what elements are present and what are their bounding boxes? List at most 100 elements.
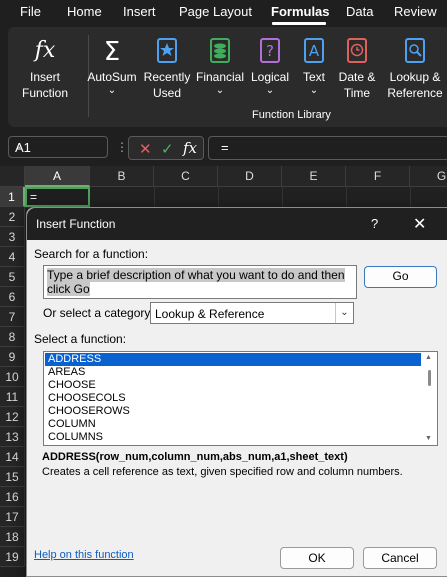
name-box[interactable]: A1 ⌄ xyxy=(8,136,108,158)
chevron-down-icon: ⌄ xyxy=(15,140,24,151)
chevron-down-icon: ⌄ xyxy=(215,85,225,96)
formula-value: = xyxy=(221,140,229,155)
row-header[interactable]: 15 xyxy=(0,467,25,487)
row-header[interactable]: 16 xyxy=(0,487,25,507)
tab-data[interactable]: Data xyxy=(346,4,373,19)
go-button[interactable]: Go xyxy=(364,266,437,288)
row-header[interactable]: 9 xyxy=(0,347,25,367)
financial-label: Financial ⌄ xyxy=(195,70,245,96)
column-header[interactable]: G xyxy=(410,166,447,187)
date-time-button[interactable]: Date & Time xyxy=(334,27,380,123)
search-label: Search for a function: xyxy=(34,247,149,261)
more-options-icon[interactable]: ⋮ xyxy=(116,140,128,154)
gridline xyxy=(410,187,411,207)
help-icon[interactable]: ? xyxy=(371,216,378,231)
formula-bar: A1 ⌄ ⋮ ✕ ✓ fx = xyxy=(0,134,447,162)
category-select[interactable]: Lookup & Reference ⌄ xyxy=(150,302,354,324)
logical-label: Logical ⌄ xyxy=(248,69,292,97)
function-description: Creates a cell reference as text, given … xyxy=(42,466,403,478)
column-header[interactable]: F xyxy=(346,166,410,187)
magnifier-book-icon xyxy=(405,38,425,63)
tab-review[interactable]: Review xyxy=(394,4,437,19)
list-item[interactable]: COLUMNS xyxy=(45,431,421,444)
autosum-button[interactable]: Σ AutoSum ⌄ xyxy=(86,27,138,123)
row-header[interactable]: 11 xyxy=(0,387,25,407)
scroll-down-icon[interactable]: ▼ xyxy=(425,435,432,442)
formula-input[interactable]: = xyxy=(208,136,447,160)
tab-page-layout[interactable]: Page Layout xyxy=(179,4,252,19)
chevron-down-icon: ⌄ xyxy=(335,303,353,323)
row-header[interactable]: 7 xyxy=(0,307,25,327)
chevron-down-icon: ⌄ xyxy=(107,85,117,96)
column-header[interactable]: B xyxy=(90,166,154,187)
sigma-icon: Σ xyxy=(104,37,120,65)
svg-text:?: ? xyxy=(266,42,274,60)
category-label: Or select a category: xyxy=(43,306,154,320)
fx-icon[interactable]: fx xyxy=(183,139,197,157)
cancel-button[interactable]: Cancel xyxy=(363,547,437,569)
list-scrollbar-thumb[interactable] xyxy=(428,370,431,386)
row-header[interactable]: 4 xyxy=(0,247,25,267)
search-input[interactable]: Type a brief description of what you wan… xyxy=(43,265,357,299)
ok-button[interactable]: OK xyxy=(280,547,354,569)
row-header[interactable]: 2 xyxy=(0,207,25,227)
row-header[interactable]: 13 xyxy=(0,427,25,447)
row-header[interactable]: 19 xyxy=(0,547,25,567)
svg-text:A: A xyxy=(309,42,320,60)
function-list[interactable]: ADDRESS AREAS CHOOSE CHOOSECOLS CHOOSERO… xyxy=(43,351,438,446)
enter-entry-icon[interactable]: ✓ xyxy=(161,140,174,158)
close-icon[interactable]: ✕ xyxy=(413,214,426,234)
row-header[interactable]: 14 xyxy=(0,447,25,467)
column-header[interactable]: C xyxy=(154,166,218,187)
excel-window: File Home Insert Page Layout Formulas Da… xyxy=(0,0,447,577)
list-item[interactable]: ADDRESS xyxy=(45,353,421,366)
row-header[interactable]: 5 xyxy=(0,267,25,287)
list-item[interactable]: AREAS xyxy=(45,366,421,379)
menu-bar: File Home Insert Page Layout Formulas Da… xyxy=(0,0,447,25)
tab-formulas[interactable]: Formulas xyxy=(271,4,330,19)
gridline xyxy=(346,187,347,207)
svg-text:Σ: Σ xyxy=(104,37,120,65)
row-header[interactable]: 3 xyxy=(0,227,25,247)
text-functions-label: Text ⌄ xyxy=(296,69,332,97)
dialog-titlebar[interactable]: Insert Function ? ✕ xyxy=(27,208,447,240)
select-all-corner[interactable] xyxy=(0,166,25,187)
row-header[interactable]: 17 xyxy=(0,507,25,527)
financial-button[interactable]: Financial ⌄ xyxy=(194,27,246,123)
tab-file[interactable]: File xyxy=(20,4,41,19)
row-header[interactable]: 6 xyxy=(0,287,25,307)
tab-home[interactable]: Home xyxy=(67,4,102,19)
recently-used-button[interactable]: Recently Used xyxy=(142,27,192,123)
list-item[interactable]: COLUMN xyxy=(45,418,421,431)
tab-insert[interactable]: Insert xyxy=(123,4,156,19)
list-item[interactable]: CHOOSEROWS xyxy=(45,405,421,418)
function-library-group-label: Function Library xyxy=(252,109,331,121)
column-header[interactable]: A xyxy=(25,166,90,187)
fx-icon: fx xyxy=(33,38,56,63)
help-on-function-link[interactable]: Help on this function xyxy=(34,549,134,561)
row-header[interactable]: 1 xyxy=(0,187,25,207)
list-item[interactable]: CHOOSE xyxy=(45,379,421,392)
active-cell-a1[interactable]: = xyxy=(25,187,90,207)
insert-function-button[interactable]: fx Insert Function xyxy=(10,27,80,123)
gridline xyxy=(282,187,283,207)
row-header[interactable]: 12 xyxy=(0,407,25,427)
recently-used-label: Recently Used xyxy=(143,70,191,100)
cancel-entry-icon[interactable]: ✕ xyxy=(139,140,152,158)
function-signature: ADDRESS(row_num,column_num,abs_num,a1,sh… xyxy=(42,451,348,463)
column-header[interactable]: E xyxy=(282,166,346,187)
question-book-icon: ? xyxy=(260,38,280,63)
search-text: Type a brief description of what you wan… xyxy=(47,268,345,296)
category-value: Lookup & Reference xyxy=(155,307,265,321)
row-header[interactable]: 8 xyxy=(0,327,25,347)
row-header[interactable]: 10 xyxy=(0,367,25,387)
text-book-icon: A xyxy=(304,38,324,63)
gridline xyxy=(154,187,155,207)
scroll-up-icon[interactable]: ▲ xyxy=(425,354,432,361)
list-item[interactable]: CHOOSECOLS xyxy=(45,392,421,405)
active-tab-indicator xyxy=(272,22,326,25)
row-header[interactable]: 18 xyxy=(0,527,25,547)
column-header[interactable]: D xyxy=(218,166,282,187)
chevron-down-icon: ⌄ xyxy=(309,85,319,96)
lookup-reference-button[interactable]: Lookup & Reference xyxy=(384,27,446,123)
